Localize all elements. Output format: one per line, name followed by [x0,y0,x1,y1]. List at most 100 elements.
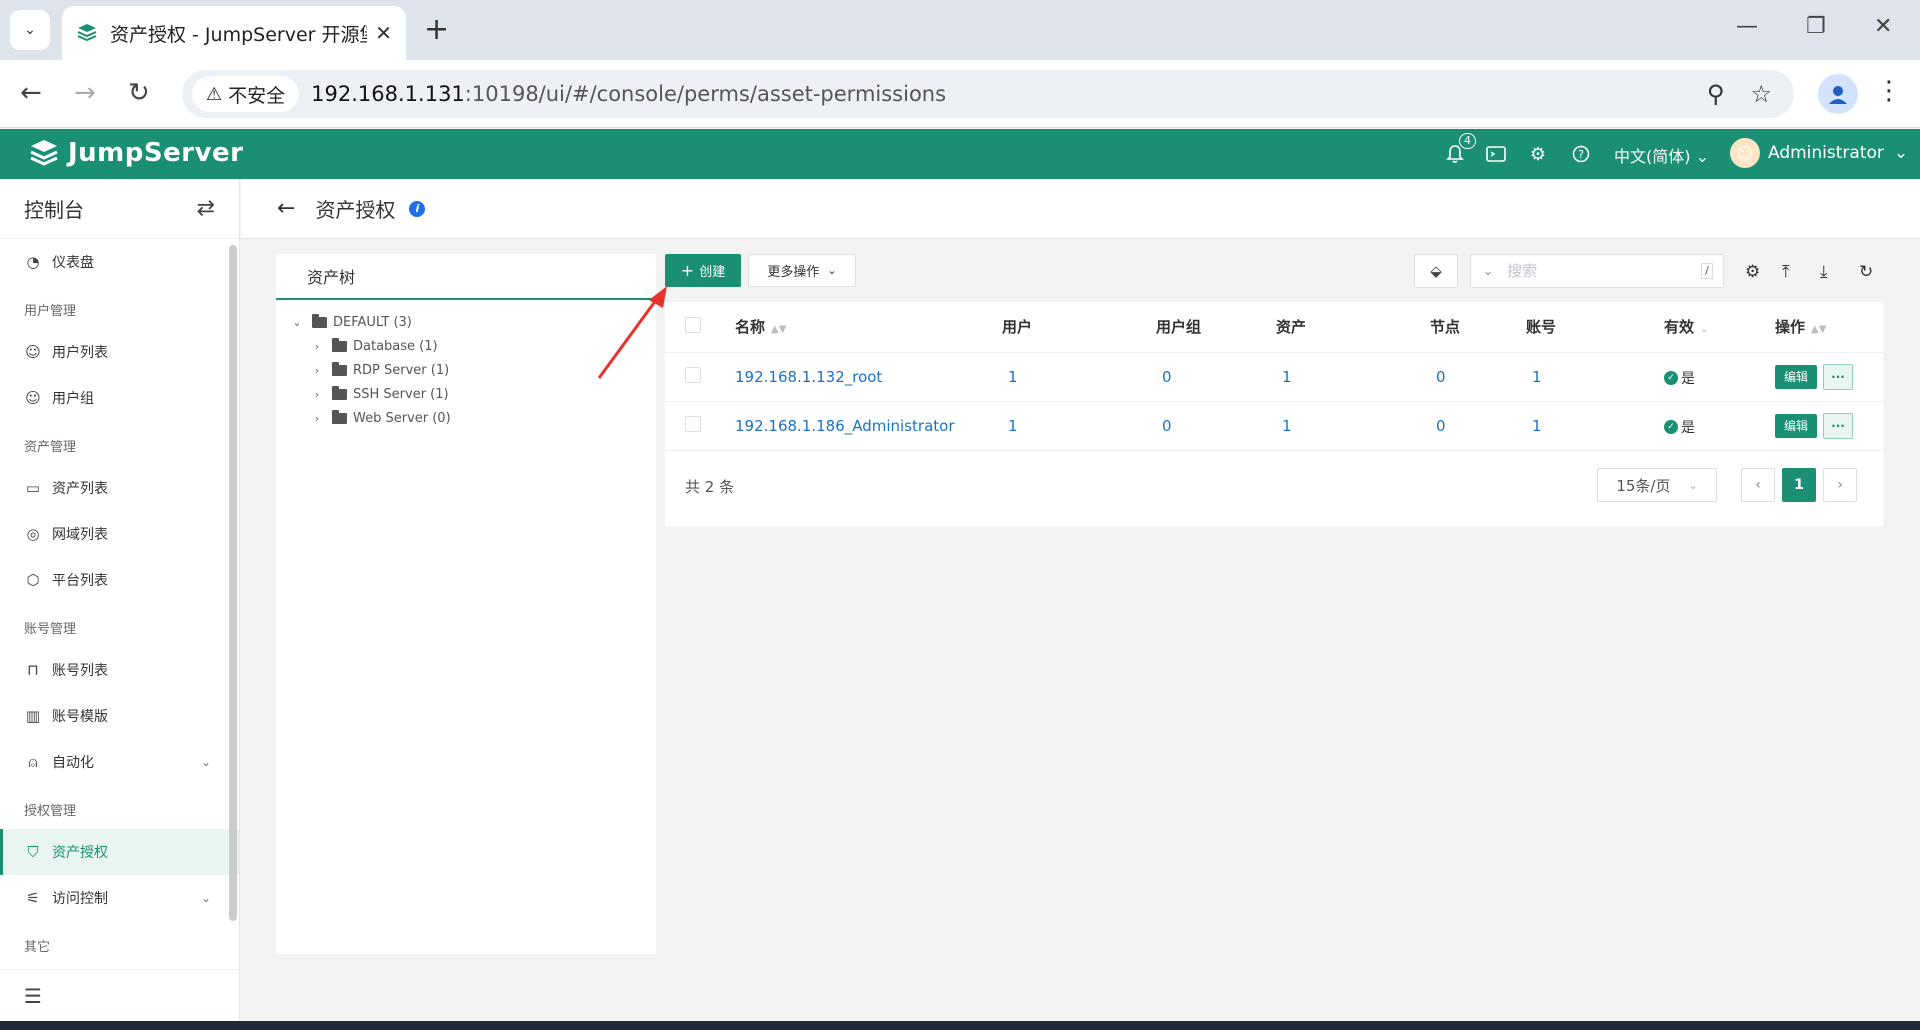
chevron-down-icon[interactable]: ⌄ [290,316,304,329]
new-tab-button[interactable]: + [424,12,449,48]
cell-assets[interactable]: 1 [1276,352,1430,402]
sidebar-item-platform-list[interactable]: ⬡ 平台列表 [0,557,239,603]
settings-gear-icon[interactable]: ⚙ [1527,143,1549,165]
sidebar-item-account-templates[interactable]: ▥ 账号模版 [0,693,239,739]
cell-assets[interactable]: 1 [1276,401,1430,451]
zoom-icon[interactable]: ⚲ [1707,80,1725,108]
close-tab-icon[interactable]: ✕ [375,21,392,45]
folder-icon [332,337,347,352]
sidebar-scrollbar[interactable] [229,245,237,921]
cell-users[interactable]: 1 [1002,401,1156,451]
jumpserver-favicon-icon [77,24,97,42]
cell-users[interactable]: 1 [1002,352,1156,402]
sidebar-item-access-control[interactable]: ⚟ 访问控制 ⌄ [0,875,239,921]
row-checkbox[interactable] [685,415,701,432]
user-icon: ☺ [25,343,41,361]
close-window-icon[interactable]: ✕ [1874,14,1892,39]
next-page-button[interactable]: › [1823,468,1857,502]
table-settings-icon[interactable]: ⚙ [1745,262,1760,282]
cell-nodes[interactable]: 0 [1430,352,1526,402]
export-download-icon[interactable]: ⤓ [1820,262,1828,282]
total-count: 共 2 条 [685,478,735,496]
browser-tab[interactable]: 资产授权 - JumpServer 开源堡 ✕ [62,6,406,60]
profile-avatar-icon[interactable] [1818,74,1858,114]
switch-view-icon[interactable]: ⇄ [197,196,215,221]
edit-button[interactable]: 编辑 [1775,413,1817,438]
column-header-valid[interactable]: 有效 ⌄ [1664,302,1775,353]
cell-user-groups[interactable]: 0 [1156,352,1276,402]
edit-button[interactable]: 编辑 [1775,364,1817,389]
collapse-sidebar-icon[interactable]: ☰ [0,969,240,1021]
table-row[interactable]: 192.168.1.132_root 1 0 1 0 1 ✓ 是 编辑 ··· [665,352,1883,402]
sidebar-item-user-groups[interactable]: ☺ 用户组 [0,375,239,421]
tree-node[interactable]: › Web Server (0) [276,406,656,430]
folder-icon [332,361,347,376]
site-security-chip[interactable]: ⚠ 不安全 [192,76,300,112]
tab-search-button[interactable]: ⌄ [10,10,50,50]
terminal-icon[interactable] [1485,143,1507,165]
row-more-button[interactable]: ··· [1823,412,1853,439]
user-menu[interactable]: ☺ Administrator ⌄ [1730,138,1908,168]
chevron-right-icon[interactable]: › [310,340,324,353]
sort-icon[interactable]: ▲▼ [771,324,786,335]
column-header-actions[interactable]: 操作 ▲▼ [1775,302,1883,353]
more-actions-button[interactable]: 更多操作 ⌄ [748,254,856,287]
url-text[interactable]: 192.168.1.131:10198/ui/#/console/perms/a… [311,82,946,106]
sidebar-item-dashboard[interactable]: ◔ 仪表盘 [0,239,239,285]
sidebar: 控制台 ⇄ ◔ 仪表盘 用户管理 ☺ 用户列表 ☺ 用户组 资产管理 ▭ 资产列表 ◎ 网… [0,179,240,1021]
back-arrow-icon[interactable]: ← [277,196,295,221]
cell-user-groups[interactable]: 0 [1156,401,1276,451]
tree-node[interactable]: › SSH Server (1) [276,382,656,406]
forward-icon[interactable]: → [74,78,96,108]
language-selector[interactable]: 中文(简体) ⌄ [1614,143,1709,167]
cell-nodes[interactable]: 0 [1430,401,1526,451]
chevron-right-icon[interactable]: › [310,388,324,401]
url-omnibox[interactable]: ⚠ 不安全 192.168.1.131:10198/ui/#/console/p… [182,70,1794,118]
sidebar-item-zone-list[interactable]: ◎ 网域列表 [0,511,239,557]
select-all-checkbox[interactable] [685,316,701,333]
sort-icon[interactable]: ▲▼ [1811,324,1826,335]
search-box[interactable]: ⌄ / [1470,254,1724,288]
reload-icon[interactable]: ↻ [128,78,150,108]
column-header-name[interactable]: 名称 ▲▼ [735,302,1002,353]
sidebar-item-asset-list[interactable]: ▭ 资产列表 [0,465,239,511]
restore-icon[interactable]: ❐ [1806,14,1826,39]
chevron-right-icon[interactable]: › [310,412,324,425]
tag-filter-button[interactable]: ⬙ [1414,254,1458,288]
notification-bell-icon[interactable]: 4 [1444,133,1476,165]
app-logo[interactable]: JumpServer [28,137,243,169]
chevron-down-icon: ⌄ [1695,147,1709,166]
sidebar-item-label: 自动化 [52,755,94,771]
create-button[interactable]: + 创建 [665,254,741,287]
table-row[interactable]: 192.168.1.186_Administrator 1 0 1 0 1 ✓ 是… [665,401,1883,451]
search-input[interactable] [1507,262,1702,280]
permission-name-link[interactable]: 192.168.1.186_Administrator [735,401,1002,451]
sidebar-item-automation[interactable]: ⍝ 自动化 ⌄ [0,739,239,785]
sidebar-item-asset-permissions[interactable]: ⛉ 资产授权 [0,829,239,875]
refresh-icon[interactable]: ↻ [1859,262,1873,282]
page-size-select[interactable]: 15条/页 ⌄ [1597,468,1717,502]
browser-menu-icon[interactable]: ⋮ [1876,76,1902,106]
prev-page-button[interactable]: ‹ [1741,468,1775,502]
info-icon[interactable]: i [409,200,426,217]
import-upload-icon[interactable]: ⤒ [1782,262,1790,282]
chevron-down-icon[interactable]: ⌄ [1483,264,1493,278]
minimize-icon[interactable]: — [1736,14,1758,39]
page-number-button[interactable]: 1 [1782,468,1816,502]
row-checkbox[interactable] [685,366,701,383]
chevron-down-icon: ⌄ [200,891,211,905]
cell-accounts[interactable]: 1 [1526,401,1664,451]
sidebar-group-user-management: 用户管理 [24,304,77,319]
permission-name-link[interactable]: 192.168.1.132_root [735,352,1002,402]
sidebar-item-account-list[interactable]: ⊓ 账号列表 [0,647,239,693]
row-more-button[interactable]: ··· [1823,363,1853,390]
filter-chevron-icon[interactable]: ⌄ [1700,324,1708,335]
chevron-right-icon[interactable]: › [310,364,324,377]
cell-accounts[interactable]: 1 [1526,352,1664,402]
sidebar-item-label: 账号列表 [52,663,108,679]
help-icon[interactable]: ? [1570,143,1592,165]
bookmark-star-icon[interactable]: ☆ [1750,80,1772,108]
chevron-down-icon: ⌄ [827,264,837,277]
sidebar-item-user-list[interactable]: ☺ 用户列表 [0,329,239,375]
back-icon[interactable]: ← [20,78,42,108]
